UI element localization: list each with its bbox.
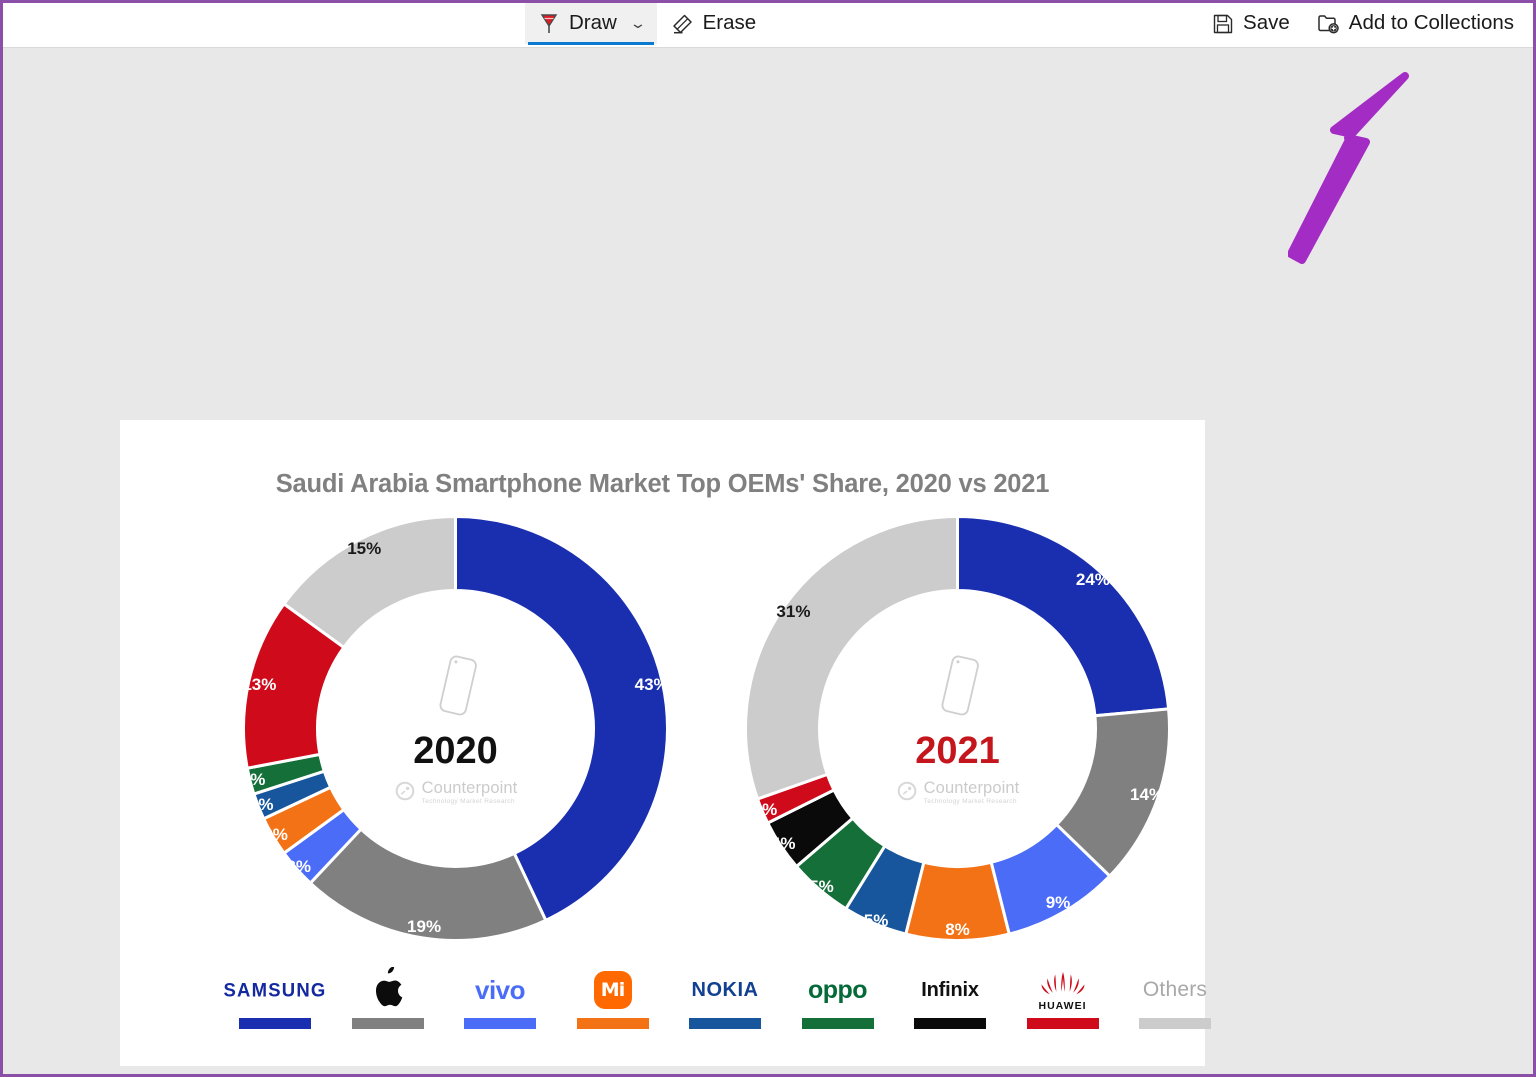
donut-slice bbox=[744, 514, 959, 801]
nokia-logo: NOKIA bbox=[692, 968, 759, 1012]
legend-swatch-vivo bbox=[464, 1018, 536, 1029]
legend-item-samsung: SAMSUNG bbox=[224, 968, 327, 1029]
legend-item-infinix: Infinix bbox=[900, 968, 1000, 1029]
erase-button-label: Erase bbox=[702, 11, 757, 35]
chart-title: Saudi Arabia Smartphone Market Top OEMs'… bbox=[275, 470, 1050, 498]
legend-swatch-xiaomi bbox=[576, 1018, 649, 1029]
save-button-label: Save bbox=[1243, 11, 1290, 35]
legend-item-vivo: vivo bbox=[450, 968, 550, 1029]
legend-item-nokia: NOKIA bbox=[675, 968, 775, 1029]
legend-item-others: Others bbox=[1125, 968, 1225, 1029]
snip-canvas[interactable]: Saudi Arabia Smartphone Market Top OEMs'… bbox=[3, 48, 1533, 1074]
legend-swatch-nokia bbox=[689, 1018, 761, 1029]
legend-swatch-apple bbox=[351, 1018, 424, 1029]
donut-chart-2020: 2020 Counterpoint Technology Market Rese… bbox=[233, 506, 678, 951]
legend-item-xiaomi: Mi bbox=[563, 968, 663, 1029]
floppy-disk-icon bbox=[1212, 13, 1234, 35]
add-to-collections-button[interactable]: Add to Collections bbox=[1303, 3, 1527, 44]
toolbar-center-group: Draw ⌄ Erase bbox=[525, 3, 769, 48]
donut-chart-2021: 2021 Counterpoint Technology Market Rese… bbox=[735, 506, 1180, 951]
toolbar-right-group: Save Add to Collections bbox=[1199, 3, 1527, 48]
oppo-logo: oppo bbox=[807, 968, 868, 1012]
samsung-logo-text: SAMSUNG bbox=[223, 978, 327, 1001]
xiaomi-mi-logo-text: Mi bbox=[593, 971, 632, 1009]
save-button[interactable]: Save bbox=[1199, 3, 1303, 44]
huawei-logo: HUAWEI bbox=[1036, 968, 1090, 1012]
toolbar: Draw ⌄ Erase Save Add to Collections bbox=[3, 3, 1533, 48]
draw-button[interactable]: Draw ⌄ bbox=[525, 3, 657, 45]
eraser-icon bbox=[670, 12, 694, 36]
others-label-text: Others bbox=[1142, 978, 1208, 1001]
vivo-logo-text: vivo bbox=[474, 974, 526, 1005]
chart-image: Saudi Arabia Smartphone Market Top OEMs'… bbox=[120, 420, 1211, 1066]
purple-arrow-annotation bbox=[1288, 72, 1409, 264]
legend-item-oppo: oppo bbox=[788, 968, 888, 1029]
legend-swatch-infinix bbox=[914, 1018, 986, 1029]
donut-2021-svg bbox=[744, 514, 1171, 942]
snipping-tool-window: Draw ⌄ Erase Save Add to Collections Sau… bbox=[0, 0, 1536, 1077]
huawei-flower-icon bbox=[1041, 971, 1084, 994]
infinix-logo-text: Infinix bbox=[921, 978, 979, 1001]
pen-tip-icon bbox=[538, 12, 560, 36]
nokia-logo-text: NOKIA bbox=[691, 978, 759, 1001]
legend-swatch-others bbox=[1139, 1018, 1211, 1029]
oppo-logo-text: oppo bbox=[807, 975, 868, 1004]
donut-slice bbox=[454, 514, 669, 923]
legend-swatch-samsung bbox=[239, 1018, 311, 1029]
xiaomi-mi-logo: Mi bbox=[593, 968, 632, 1012]
samsung-logo: SAMSUNG bbox=[224, 968, 327, 1012]
draw-button-label: Draw bbox=[569, 11, 617, 35]
huawei-logo-text: HUAWEI bbox=[1038, 999, 1087, 1012]
apple-logo bbox=[368, 967, 408, 1012]
chart-legend: SAMSUNG vivo Mi NOKIA oppo Infinix HUAWE… bbox=[224, 967, 1225, 1029]
legend-item-huawei: HUAWEI bbox=[1013, 968, 1113, 1029]
legend-swatch-huawei bbox=[1026, 1018, 1099, 1029]
donut-slice bbox=[956, 514, 1171, 718]
legend-swatch-oppo bbox=[801, 1018, 874, 1029]
vivo-logo: vivo bbox=[474, 968, 526, 1012]
donut-2020-svg bbox=[242, 514, 669, 942]
chevron-down-icon[interactable]: ⌄ bbox=[629, 15, 647, 32]
add-to-collections-label: Add to Collections bbox=[1348, 11, 1514, 35]
others-label: Others bbox=[1143, 968, 1207, 1012]
infinix-logo: Infinix bbox=[921, 968, 979, 1012]
legend-item-apple bbox=[338, 967, 438, 1029]
collections-add-icon bbox=[1316, 12, 1340, 36]
erase-button[interactable]: Erase bbox=[657, 3, 770, 44]
